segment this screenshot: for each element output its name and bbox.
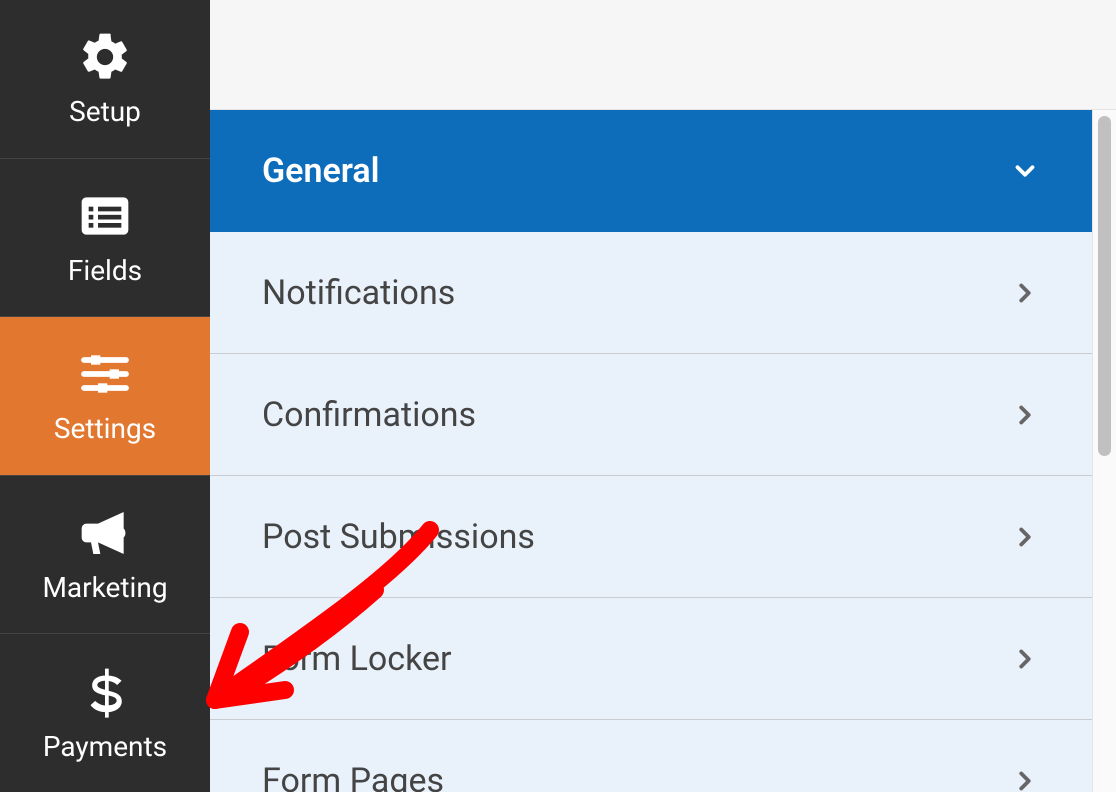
panel-section-label: Form Locker bbox=[262, 639, 452, 679]
settings-panel: General Notifications Confirmations bbox=[210, 110, 1092, 792]
top-bar bbox=[210, 0, 1116, 110]
sidebar: Setup Fields Settings Marketing bbox=[0, 0, 210, 792]
panel-section-confirmations[interactable]: Confirmations bbox=[210, 354, 1092, 476]
bullhorn-icon bbox=[77, 505, 133, 561]
panel-section-form-pages[interactable]: Form Pages bbox=[210, 720, 1092, 792]
panel-section-label: Form Pages bbox=[262, 761, 444, 792]
panel-section-post-submissions[interactable]: Post Submissions bbox=[210, 476, 1092, 598]
panel-section-general[interactable]: General bbox=[210, 110, 1092, 232]
sidebar-item-label: Setup bbox=[69, 95, 141, 128]
scrollbar[interactable] bbox=[1092, 110, 1116, 792]
panel-section-label: Confirmations bbox=[262, 395, 476, 435]
sidebar-item-label: Fields bbox=[68, 254, 142, 287]
sidebar-item-payments[interactable]: Payments bbox=[0, 633, 210, 792]
sidebar-item-settings[interactable]: Settings bbox=[0, 316, 210, 475]
sidebar-item-setup[interactable]: Setup bbox=[0, 0, 210, 158]
sidebar-item-label: Marketing bbox=[42, 571, 167, 604]
scrollbar-thumb[interactable] bbox=[1098, 116, 1111, 456]
sidebar-item-marketing[interactable]: Marketing bbox=[0, 475, 210, 634]
chevron-right-icon bbox=[1010, 400, 1040, 430]
sidebar-item-label: Settings bbox=[54, 412, 156, 445]
panel-section-form-locker[interactable]: Form Locker bbox=[210, 598, 1092, 720]
chevron-right-icon bbox=[1010, 522, 1040, 552]
panel-section-label: General bbox=[262, 151, 380, 191]
sidebar-item-fields[interactable]: Fields bbox=[0, 158, 210, 317]
main-area: General Notifications Confirmations bbox=[210, 0, 1116, 792]
panel-section-label: Notifications bbox=[262, 273, 455, 313]
gear-icon bbox=[77, 29, 133, 85]
chevron-right-icon bbox=[1010, 766, 1040, 792]
dollar-icon bbox=[77, 664, 133, 720]
sidebar-item-label: Payments bbox=[43, 730, 167, 763]
sliders-icon bbox=[77, 346, 133, 402]
panel-section-label: Post Submissions bbox=[262, 517, 535, 557]
chevron-right-icon bbox=[1010, 278, 1040, 308]
panel-section-notifications[interactable]: Notifications bbox=[210, 232, 1092, 354]
list-icon bbox=[77, 188, 133, 244]
chevron-right-icon bbox=[1010, 644, 1040, 674]
chevron-down-icon bbox=[1010, 156, 1040, 186]
